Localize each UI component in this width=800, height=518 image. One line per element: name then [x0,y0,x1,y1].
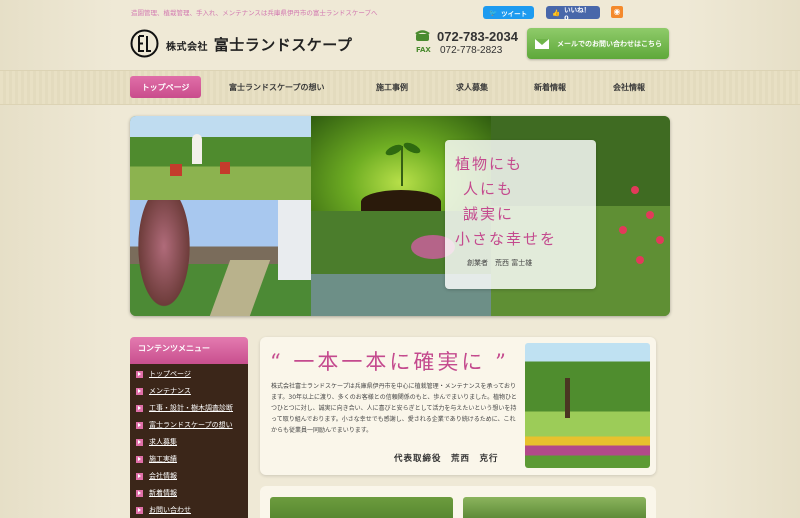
sidebar-item-news[interactable]: 新着情報 [136,488,177,498]
message-body: 株式会社富士ランドスケープは兵庫県伊丹市を中心に植栽管理・メンテナンスを承ってお… [271,383,517,434]
nav-item-works[interactable]: 施工事例 [376,82,408,93]
message-title: “ 一本一本に確実に ” [270,350,509,374]
sidebar-item-construction[interactable]: 工事・設計・樹木調査診断 [136,403,233,413]
park-photo [525,343,650,468]
nav-item-news[interactable]: 新着情報 [534,82,566,93]
sidebar-heading: コンテンツメニュー [130,337,248,364]
arrow-icon [136,370,143,378]
arrow-icon [136,472,143,480]
arrow-icon [136,387,143,395]
nav-item-philosophy[interactable]: 富士ランドスケープの想い [229,82,325,93]
site-tagline: 造園管理、植栽管理、手入れ、メンテナンスは兵庫県伊丹市の富士ランドスケープへ [131,9,378,17]
like-label: いいね！ 0 [564,5,591,22]
rss-icon[interactable]: ◉ [611,6,623,18]
hero-signature: 創業者 荒西 富士雄 [467,259,533,267]
phone-number[interactable]: 072-783-2034 [437,29,518,44]
hero-line-2: 人にも [463,180,515,198]
hero-line-3: 誠実に [463,205,515,223]
company-logo-text[interactable]: 株式会社 富士ランドスケープ [166,34,352,55]
hero-photo-garden [130,116,311,200]
sidebar-item-philosophy[interactable]: 富士ランドスケープの想い [136,420,233,430]
hero-line-4: 小さな幸せを [455,230,558,248]
phone-icon [415,30,430,41]
fax-number: 072-778-2823 [440,45,503,56]
mail-button-label: メールでのお問い合わせはこちら [557,39,662,48]
mail-contact-button[interactable]: メールでのお問い合わせはこちら [527,28,669,59]
sidebar-item-recruit[interactable]: 求人募集 [136,437,177,447]
tweet-button[interactable]: 🐦 ツイート [483,6,534,19]
hero-message-card: 植物にも 人にも 誠実に 小さな幸せを 創業者 荒西 富士雄 [445,140,596,289]
fax-label: FAX [416,46,431,54]
nav-item-top[interactable]: トップページ [130,76,201,98]
gallery-photo-1[interactable] [270,497,453,518]
twitter-icon: 🐦 [489,8,498,17]
arrow-icon [136,421,143,429]
company-prefix: 株式会社 [166,42,208,53]
arrow-icon [136,404,143,412]
message-signature: 代表取締役 荒西 克行 [394,454,499,464]
sidebar-item-contact[interactable]: お問い合わせ [136,505,191,515]
gallery-photo-2[interactable] [463,497,646,518]
hero-photo-path [130,200,311,316]
sidebar-item-company[interactable]: 会社情報 [136,471,177,481]
sidebar-item-top[interactable]: トップページ [136,369,191,379]
hero-line-1: 植物にも [455,155,524,173]
nav-item-recruit[interactable]: 求人募集 [456,82,488,93]
nav-item-company[interactable]: 会社情報 [613,82,645,93]
company-logo-icon[interactable] [130,29,159,58]
arrow-icon [136,455,143,463]
sidebar-item-maintenance[interactable]: メンテナンス [136,386,191,396]
thumbs-up-icon: 👍 [552,8,561,17]
tweet-label: ツイート [501,9,528,18]
arrow-icon [136,506,143,514]
like-button[interactable]: 👍 いいね！ 0 [546,5,600,22]
arrow-icon [136,438,143,446]
sidebar-item-works[interactable]: 施工実績 [136,454,177,464]
arrow-icon [136,489,143,497]
company-name: 富士ランドスケープ [213,36,353,54]
envelope-icon [535,38,549,49]
